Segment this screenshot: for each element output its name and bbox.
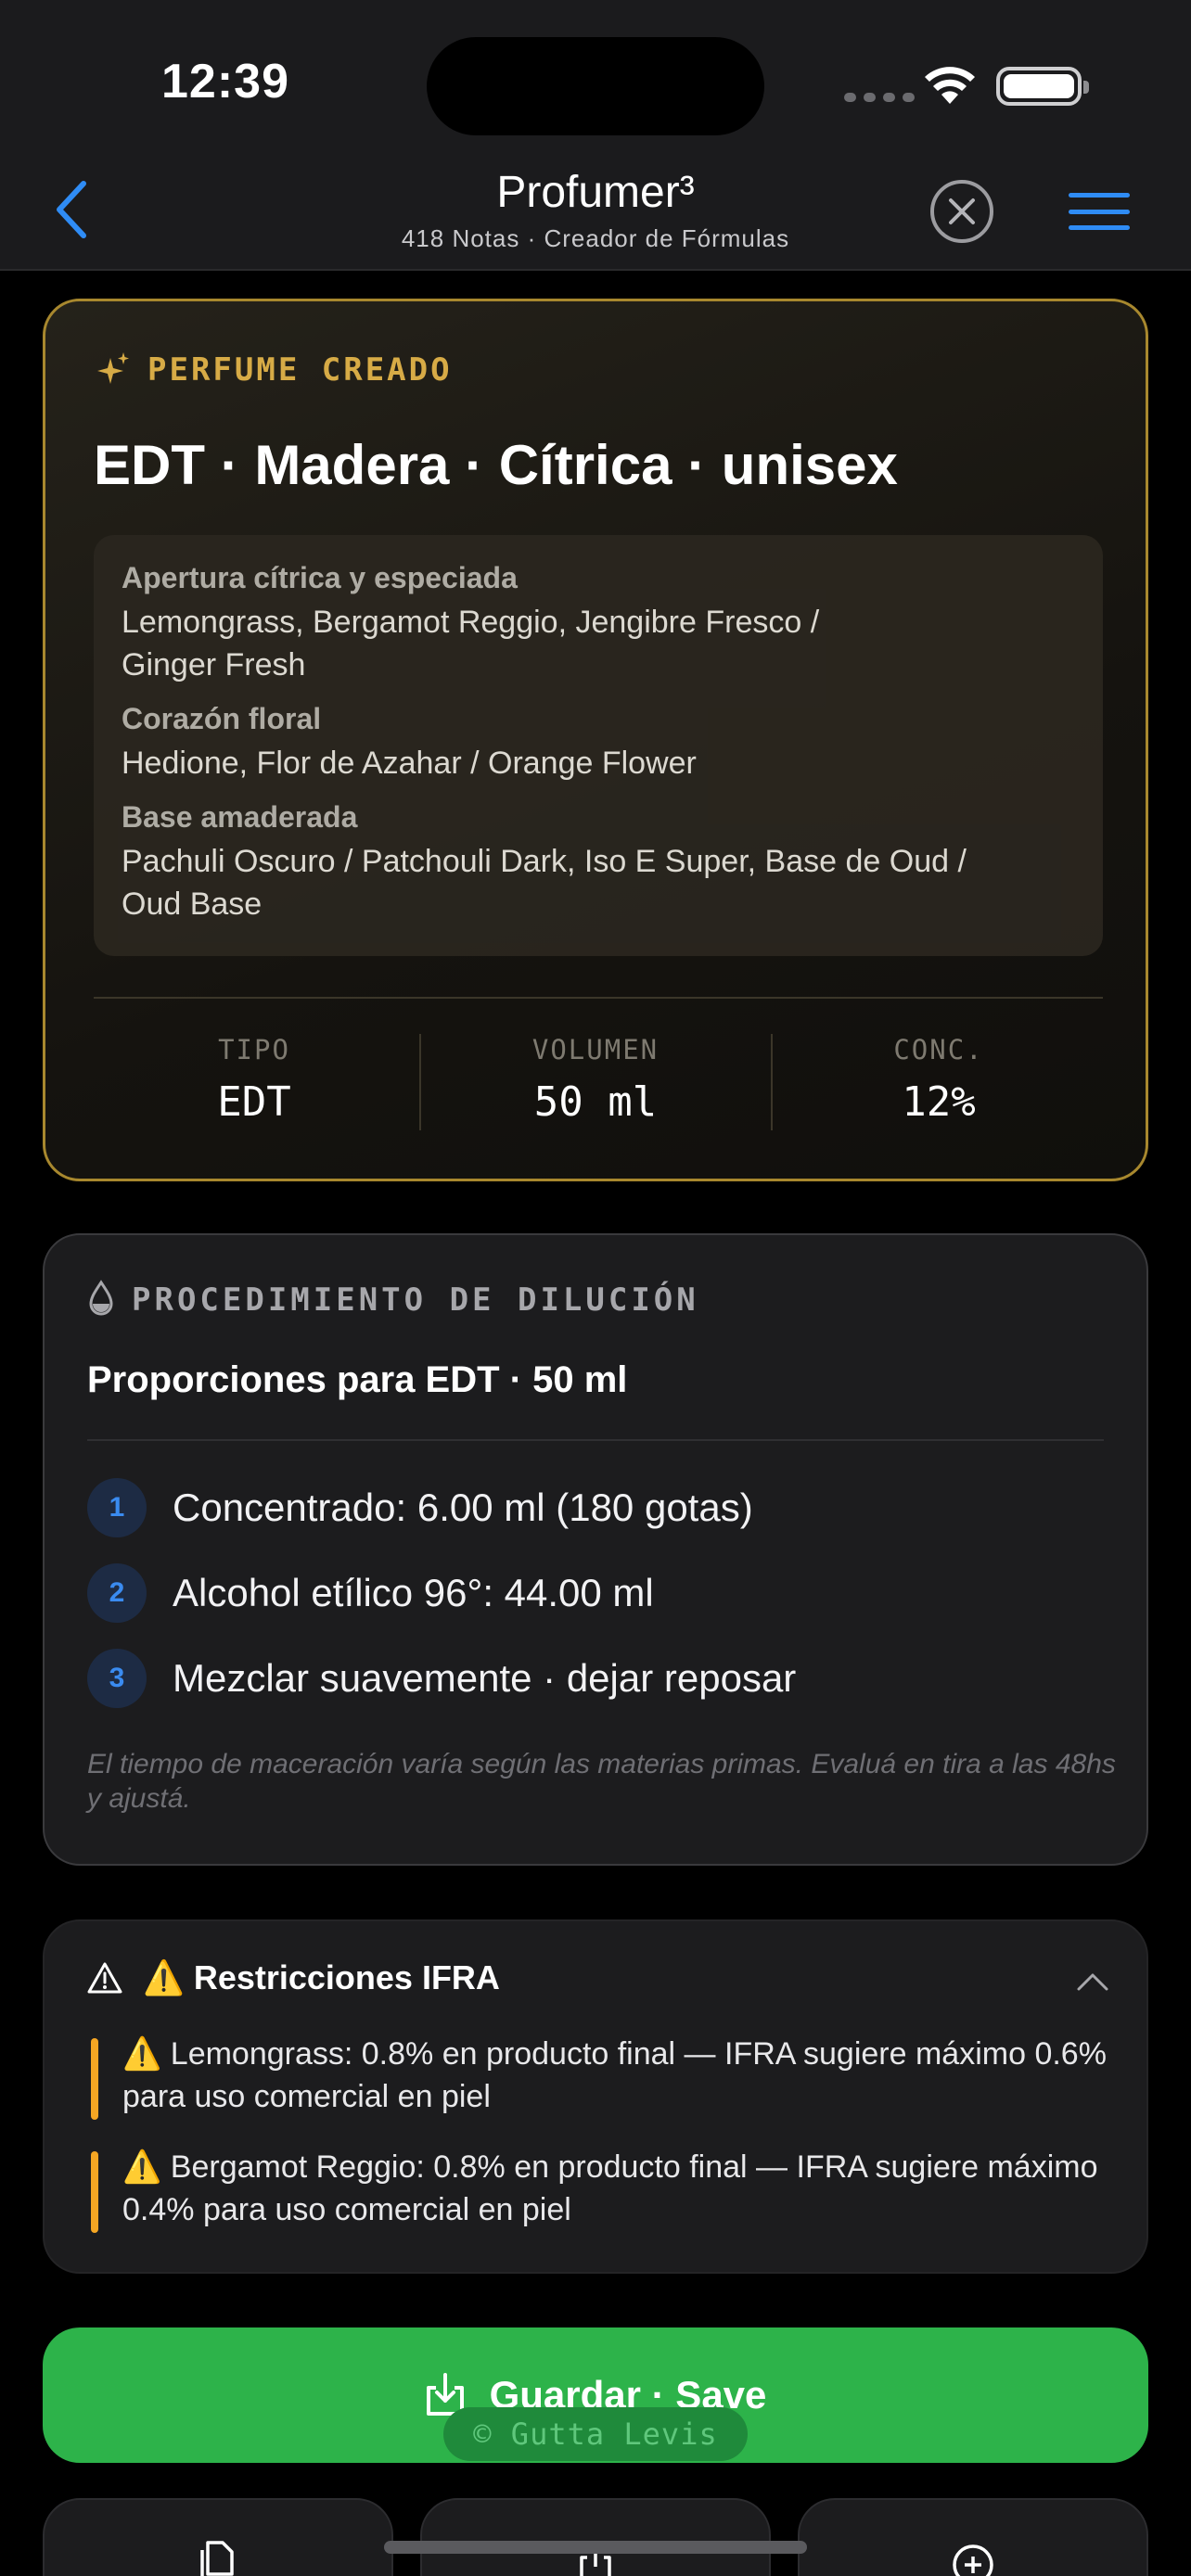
- ifra-title: ⚠️ Restricciones IFRA: [143, 1958, 500, 1996]
- plus-circle-icon: [953, 2544, 993, 2576]
- divider: [419, 1034, 421, 1130]
- drop-icon: [89, 1280, 113, 1316]
- dilution-kicker: PROCEDIMIENTO DE DILUCIÓN: [132, 1282, 699, 1319]
- close-circle-icon[interactable]: [930, 180, 993, 243]
- note-heading: Corazón floral: [122, 702, 322, 735]
- note-body: Lemongrass, Bergamot Reggio, Jengibre Fr…: [122, 605, 820, 682]
- dilution-title: Proporciones para EDT · 50 ml: [87, 1359, 628, 1400]
- step-text: Mezclar suavemente · dejar reposar: [173, 1656, 797, 1700]
- dilution-step: 2 Alcohol etílico 96°: 44.00 ml: [87, 1563, 654, 1623]
- note-body: Hedione, Flor de Azahar / Orange Flower: [122, 746, 697, 781]
- ifra-warning-item: ⚠️ Bergamot Reggio: 0.8% en producto fin…: [91, 2146, 1121, 2233]
- dilution-step: 1 Concentrado: 6.00 ml (180 gotas): [87, 1478, 753, 1537]
- battery-icon: [996, 67, 1089, 106]
- note-heading: Apertura cítrica y especiada: [122, 561, 518, 594]
- app-title: Profumer³: [496, 168, 695, 217]
- sparkle-icon: [97, 352, 129, 384]
- base-notes: Base amaderada Pachuli Oscuro / Patchoul…: [122, 800, 1086, 925]
- step-text: Alcohol etílico 96°: 44.00 ml: [173, 1571, 654, 1614]
- maceration-note: El tiempo de maceración varía según las …: [87, 1749, 1116, 1814]
- warning-icon: [87, 1962, 122, 1994]
- stat-type: TIPO EDT: [217, 1034, 291, 1126]
- new-formula-button[interactable]: [798, 2498, 1148, 2576]
- step-number: 1: [87, 1478, 147, 1537]
- cellular-signal-icon: [844, 93, 915, 102]
- top-notes: Apertura cítrica y especiada Lemongrass,…: [122, 561, 1086, 686]
- wifi-icon: [925, 67, 975, 104]
- menu-icon[interactable]: [1069, 193, 1130, 230]
- step-number: 3: [87, 1649, 147, 1708]
- dilution-card: PROCEDIMIENTO DE DILUCIÓN Proporciones p…: [43, 1233, 1148, 1866]
- status-time: 12:39: [161, 55, 289, 108]
- chevron-up-icon[interactable]: [1076, 1971, 1109, 1992]
- share-button[interactable]: [420, 2498, 771, 2576]
- step-number: 2: [87, 1563, 147, 1623]
- divider: [87, 1439, 1104, 1441]
- perfume-card: PERFUME CREADO EDT · Madera · Cítrica · …: [43, 299, 1148, 1181]
- perfume-name: EDT · Madera · Cítrica · unisex: [94, 434, 898, 496]
- step-text: Concentrado: 6.00 ml (180 gotas): [173, 1486, 753, 1529]
- home-indicator[interactable]: [384, 2541, 807, 2554]
- note-body: Pachuli Oscuro / Patchouli Dark, Iso E S…: [122, 844, 967, 922]
- watermark: © Gutta Levis: [443, 2407, 748, 2461]
- dynamic-island: [427, 37, 764, 135]
- stat-volume: VOLUMEN 50 ml: [531, 1034, 660, 1126]
- divider: [94, 997, 1103, 999]
- notes-pyramid: Apertura cítrica y especiada Lemongrass,…: [94, 535, 1103, 956]
- copy-button[interactable]: [43, 2498, 393, 2576]
- note-heading: Base amaderada: [122, 800, 358, 834]
- perfume-kicker: PERFUME CREADO: [147, 351, 453, 389]
- ifra-header[interactable]: ⚠️ Restricciones IFRA: [87, 1958, 500, 1997]
- divider: [771, 1034, 773, 1130]
- dilution-step: 3 Mezclar suavemente · dejar reposar: [87, 1649, 796, 1708]
- copy-icon: [200, 2541, 234, 2576]
- app-subtitle: 418 Notas · Creador de Fórmulas: [401, 224, 790, 252]
- ifra-card: ⚠️ Restricciones IFRA ⚠️ Lemongrass: 0.8…: [43, 1919, 1148, 2274]
- ifra-warning-item: ⚠️ Lemongrass: 0.8% en producto final — …: [91, 2033, 1121, 2120]
- top-bar: 12:39 Profumer³ 418 Notas · Creador de F…: [0, 0, 1191, 271]
- stat-concentration: CONC. 12%: [893, 1034, 984, 1126]
- heart-notes: Corazón floral Hedione, Flor de Azahar /…: [122, 702, 1086, 784]
